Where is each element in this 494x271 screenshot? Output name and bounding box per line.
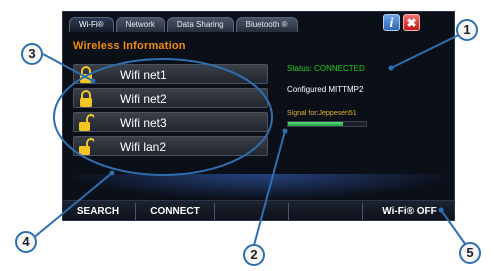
callout-dot-1 — [388, 65, 394, 71]
callout-2: 2 — [243, 244, 265, 266]
callout-dot-5 — [438, 207, 444, 213]
callout-line-2 — [252, 130, 286, 250]
callout-line-4 — [31, 172, 113, 240]
callout-dot-4 — [109, 170, 115, 176]
callout-line-1 — [390, 30, 468, 69]
callout-1: 1 — [456, 19, 478, 41]
callout-overlay — [31, 30, 469, 250]
callout-3: 3 — [21, 43, 43, 65]
callout-5: 5 — [459, 242, 481, 264]
callout-dot-3 — [90, 78, 96, 84]
callout-dot-2 — [282, 128, 288, 134]
network-list-highlight-ellipse — [53, 58, 273, 176]
callout-line-3 — [42, 53, 94, 82]
callout-4: 4 — [15, 231, 37, 253]
